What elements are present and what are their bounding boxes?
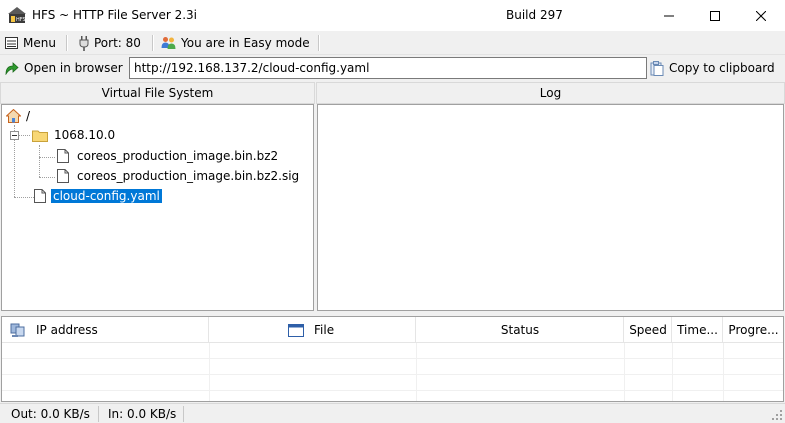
selected-file-label: cloud-config.yaml — [50, 188, 163, 204]
log-header[interactable]: Log — [316, 82, 785, 104]
grid-divider — [672, 343, 673, 401]
open-in-browser-label: Open in browser — [24, 61, 123, 75]
tree-line — [14, 197, 34, 198]
window-icon — [288, 323, 304, 337]
connections-header: IP address File Status Speed Time... Pro… — [2, 317, 783, 343]
title-bar: HFS HFS ~ HTTP File Server 2.3i Build 29… — [0, 0, 785, 31]
close-icon — [756, 10, 766, 21]
column-status-label: Status — [500, 323, 540, 337]
log-header-label: Log — [539, 86, 562, 100]
column-time[interactable]: Time... — [673, 317, 723, 343]
svg-text:HFS: HFS — [16, 17, 26, 23]
tree-file-selected[interactable]: cloud-config.yaml — [34, 187, 163, 205]
collapse-icon[interactable] — [10, 130, 19, 140]
tree-folder-label: 1068.10.0 — [54, 128, 116, 142]
copy-to-clipboard-label: Copy to clipboard — [669, 61, 775, 75]
log-panel[interactable] — [317, 104, 784, 311]
users-icon — [161, 37, 176, 49]
tree-line — [39, 177, 55, 178]
grid-divider — [209, 343, 210, 401]
tree-file-label: coreos_production_image.bin.bz2 — [77, 149, 279, 163]
connections-list[interactable]: IP address File Status Speed Time... Pro… — [1, 316, 784, 402]
mode-label: You are in Easy mode — [181, 36, 310, 50]
file-icon — [34, 189, 46, 203]
main-toolbar: Menu Port: 80 You are in Easy mode — [0, 31, 785, 55]
column-status[interactable]: Status — [417, 317, 624, 343]
status-bar: Out: 0.0 KB/s In: 0.0 KB/s — [0, 403, 785, 423]
column-progress-label: Progre... — [728, 323, 779, 337]
url-field[interactable] — [129, 57, 647, 79]
grid-divider — [624, 343, 625, 401]
toolbar-separator — [66, 35, 68, 51]
tree-file[interactable]: coreos_production_image.bin.bz2.sig — [57, 167, 299, 185]
tree-file-label: coreos_production_image.bin.bz2.sig — [77, 169, 300, 183]
window-title: HFS ~ HTTP File Server 2.3i — [32, 8, 198, 22]
tree-folder[interactable]: 1068.10.0 — [10, 126, 115, 144]
in-speed: In: 0.0 KB/s — [108, 407, 177, 421]
folder-icon — [32, 130, 48, 142]
status-divider — [183, 406, 184, 422]
column-speed-label: Speed — [629, 323, 667, 337]
menu-button[interactable]: Menu — [5, 34, 56, 52]
toolbar-separator — [152, 35, 154, 51]
open-in-browser-button[interactable]: Open in browser — [4, 58, 123, 78]
minimize-button[interactable] — [646, 0, 692, 31]
grid-divider — [416, 343, 417, 401]
open-arrow-icon — [5, 62, 19, 75]
tree-file[interactable]: coreos_production_image.bin.bz2 — [57, 147, 278, 165]
column-file-label: File — [314, 323, 335, 337]
grid-divider — [723, 343, 724, 401]
maximize-icon — [710, 10, 720, 21]
vfs-header[interactable]: Virtual File System — [0, 82, 315, 104]
tree-line — [39, 157, 55, 158]
copy-to-clipboard-button[interactable]: Copy to clipboard — [650, 58, 775, 78]
vfs-tree[interactable]: / 1068.10.0 coreos_production_image.bin.… — [1, 104, 314, 311]
column-ip-address[interactable]: IP address — [2, 317, 209, 343]
tree-line — [39, 145, 40, 177]
vfs-header-label: Virtual File System — [101, 86, 214, 100]
menu-icon — [5, 37, 18, 49]
toolbar-separator — [318, 35, 320, 51]
column-file[interactable]: File — [210, 317, 416, 343]
connections-row — [2, 359, 783, 375]
clipboard-icon — [650, 60, 664, 76]
minimize-icon — [664, 15, 674, 16]
resize-grip-icon[interactable] — [771, 409, 783, 421]
port-label: Port: 80 — [94, 36, 141, 50]
tree-root[interactable]: / — [6, 107, 30, 125]
maximize-button[interactable] — [692, 0, 738, 31]
status-divider — [98, 406, 99, 422]
column-time-label: Time... — [677, 323, 718, 337]
file-icon — [57, 149, 69, 163]
file-icon — [57, 169, 69, 183]
hfs-window: HFS HFS ~ HTTP File Server 2.3i Build 29… — [0, 0, 785, 423]
mode-button[interactable]: You are in Easy mode — [161, 34, 310, 52]
build-label: Build 297 — [506, 8, 563, 22]
close-button[interactable] — [738, 0, 784, 31]
network-icon — [10, 323, 25, 337]
home-icon — [6, 109, 21, 123]
url-bar: Open in browser Copy to clipboard — [0, 55, 785, 82]
hfs-app-icon: HFS — [8, 7, 26, 23]
plug-icon — [79, 35, 89, 51]
column-speed[interactable]: Speed — [625, 317, 672, 343]
out-speed: Out: 0.0 KB/s — [11, 407, 90, 421]
connections-row — [2, 375, 783, 391]
column-ip-address-label: IP address — [36, 323, 98, 337]
connections-row — [2, 343, 783, 359]
menu-label: Menu — [23, 36, 56, 50]
column-progress[interactable]: Progre... — [724, 317, 783, 343]
port-button[interactable]: Port: 80 — [79, 34, 141, 52]
tree-root-label: / — [26, 109, 31, 123]
